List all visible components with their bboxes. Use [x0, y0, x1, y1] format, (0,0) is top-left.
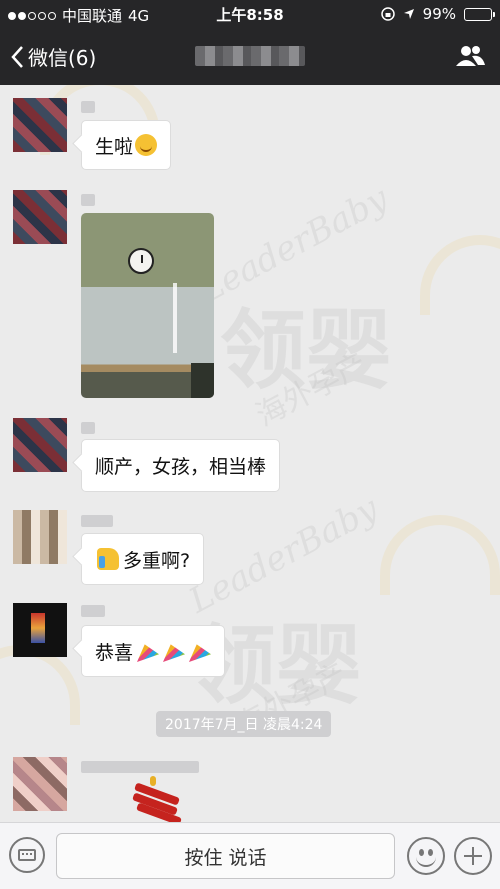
firecracker-sticker[interactable]: [130, 776, 184, 822]
message-text: 多重啊?: [123, 549, 191, 572]
message-text: 顺产，女孩，相当棒: [95, 456, 267, 478]
message-text: 生啦: [95, 135, 134, 158]
more-options-button[interactable]: [454, 837, 492, 875]
watermark-cn: 领婴: [220, 300, 392, 401]
party-popper-icon: [137, 644, 160, 662]
party-popper-icon: [163, 644, 186, 662]
battery-icon: [464, 7, 495, 21]
watermark-wing: [420, 235, 500, 315]
chevron-left-icon: [11, 45, 23, 68]
hold-to-talk-button[interactable]: 按住 说话: [56, 833, 395, 879]
nav-bar: 微信(6): [0, 28, 500, 85]
keyboard-toggle-button[interactable]: [9, 837, 45, 873]
image-shadow: [191, 363, 214, 398]
sender-name-blurred: [81, 605, 105, 617]
sender-name-blurred: [81, 515, 113, 527]
watermark-sub: 海外孕产: [250, 346, 373, 434]
emoji-icon: [419, 849, 424, 856]
keyboard-icon: [18, 849, 36, 861]
watermark-en: LeaderBaby: [192, 178, 395, 312]
group-members-icon[interactable]: [454, 44, 486, 68]
avatar[interactable]: [13, 190, 67, 244]
status-right: 99%: [380, 5, 495, 23]
status-bar: 中国联通 4G 上午8:58 99%: [0, 0, 500, 28]
message-bubble[interactable]: 顺产，女孩，相当棒: [81, 439, 281, 492]
avatar[interactable]: [13, 418, 67, 472]
chat-area[interactable]: LeaderBaby 领婴 海外孕产 LeaderBaby 领婴 海外孕产 生啦…: [0, 85, 500, 822]
input-bar: 按住 说话: [0, 822, 500, 889]
watermark-wing: [380, 515, 500, 595]
back-button[interactable]: 微信(6): [10, 42, 96, 71]
emoji-button[interactable]: [407, 837, 445, 875]
back-label: 微信(6): [28, 46, 97, 70]
sender-name-blurred: [81, 101, 95, 113]
battery-percent: 99%: [422, 5, 456, 23]
avatar[interactable]: [13, 603, 67, 657]
smiley-icon: [135, 134, 158, 156]
message-bubble[interactable]: 多重啊?: [81, 533, 205, 585]
thumbs-up-icon: [97, 548, 119, 570]
message-bubble[interactable]: 生啦: [81, 120, 172, 170]
chat-title-blurred: [195, 46, 305, 66]
location-icon: [403, 9, 414, 19]
avatar[interactable]: [13, 757, 67, 811]
clock-icon: [128, 248, 154, 274]
image-highlight: [173, 283, 177, 353]
message-text: 恭喜: [95, 641, 134, 664]
avatar[interactable]: [13, 510, 67, 564]
image-message[interactable]: [81, 213, 214, 398]
watermark-en: LeaderBaby: [182, 488, 385, 622]
sender-name-blurred: [81, 761, 199, 773]
message-bubble[interactable]: 恭喜: [81, 625, 226, 677]
avatar[interactable]: [13, 98, 67, 152]
rotation-lock-icon: [380, 7, 395, 21]
party-popper-icon: [189, 644, 212, 662]
sender-name-blurred: [81, 194, 95, 206]
sender-name-blurred: [81, 422, 95, 434]
watermark-wing: [0, 645, 80, 725]
time-separator: 2017年7月_日 凌晨4:24: [156, 711, 332, 737]
